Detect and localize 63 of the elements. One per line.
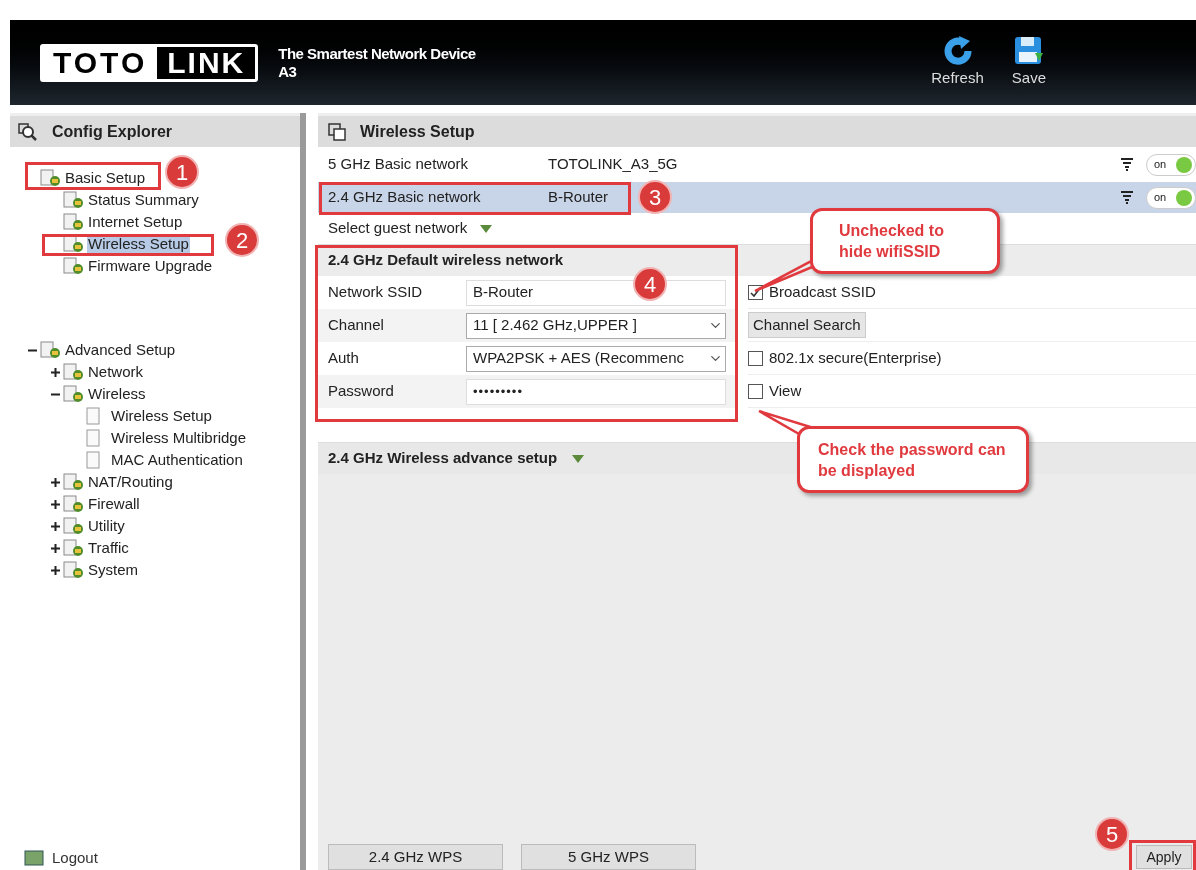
- callout: Unchecked to hide wifiSSID: [810, 208, 1000, 274]
- tree-item[interactable]: System: [87, 561, 139, 579]
- step-number: 1: [165, 155, 199, 189]
- tree-item[interactable]: Firmware Upgrade: [87, 257, 214, 275]
- expand-arrow-icon: [479, 223, 494, 234]
- wps-button[interactable]: 2.4 GHz WPS: [328, 844, 503, 870]
- tagline: The Smartest Network Device: [278, 44, 476, 63]
- dropdown[interactable]: 11 [ 2.462 GHz,UPPER ]: [466, 312, 726, 339]
- filter-icon: [1120, 190, 1136, 205]
- expand-icon[interactable]: [50, 521, 60, 531]
- page-icon: [86, 451, 100, 469]
- tree-item[interactable]: Advanced Setup: [64, 341, 177, 359]
- window-icon: [328, 122, 346, 141]
- checkbox-label: View: [769, 380, 802, 401]
- highlight-frame: [1129, 840, 1196, 870]
- tree-item[interactable]: Firewall: [87, 495, 141, 513]
- expand-icon[interactable]: [50, 565, 60, 575]
- field-label: Auth: [328, 348, 360, 369]
- field-label: Password: [328, 381, 395, 402]
- step-number: 2: [225, 223, 259, 257]
- panel-title: Config Explorer: [52, 121, 172, 142]
- apply-button[interactable]: Apply: [1136, 845, 1192, 869]
- field-label: Channel: [328, 315, 385, 336]
- tree-item[interactable]: Network: [87, 363, 144, 381]
- tree-item[interactable]: Basic Setup: [64, 169, 147, 187]
- tree-item[interactable]: Wireless Multibridge: [110, 429, 248, 447]
- page-icon: [86, 429, 100, 447]
- page-icon: [86, 407, 100, 425]
- tree-item[interactable]: Utility: [87, 517, 126, 535]
- checkbox[interactable]: [748, 350, 763, 366]
- tree-item[interactable]: Traffic: [87, 539, 130, 557]
- expand-icon[interactable]: [50, 543, 60, 553]
- checkbox[interactable]: [748, 383, 763, 399]
- password-field[interactable]: •••••••••: [466, 378, 726, 405]
- expand-arrow-icon: [571, 453, 586, 464]
- toggle-switch[interactable]: on: [1146, 186, 1196, 209]
- logo: TOTO LINK: [40, 43, 259, 82]
- tree-item[interactable]: Internet Setup: [87, 213, 184, 231]
- tree-item[interactable]: Wireless Setup: [110, 407, 213, 425]
- search-icon: [18, 122, 38, 141]
- tree-item[interactable]: MAC Authentication: [110, 451, 244, 469]
- expand-icon[interactable]: [50, 477, 60, 487]
- tree-item[interactable]: NAT/Routing: [87, 473, 174, 491]
- refresh-icon: [941, 35, 974, 68]
- wps-button[interactable]: 5 GHz WPS: [521, 844, 696, 870]
- model-name: A3: [278, 62, 298, 81]
- logout-link[interactable]: Logout: [52, 846, 98, 870]
- checkbox-label: Broadcast SSID: [769, 281, 876, 302]
- tree-item[interactable]: Status Summary: [87, 191, 200, 209]
- toolbar-button[interactable]: Save: [1011, 35, 1046, 90]
- toggle-switch[interactable]: on: [1146, 153, 1196, 176]
- toolbar-button[interactable]: Refresh: [931, 35, 984, 90]
- field-label: Network SSID: [328, 282, 424, 303]
- filter-icon: [1120, 157, 1136, 172]
- expand-icon[interactable]: [50, 499, 60, 509]
- guest-network-link[interactable]: Select guest network: [328, 217, 468, 240]
- dropdown[interactable]: WPA2PSK + AES (Recommenc: [466, 345, 726, 372]
- channel-search-button[interactable]: Channel Search: [748, 312, 866, 338]
- expand-icon[interactable]: [50, 367, 60, 377]
- panel-title: Wireless Setup: [360, 121, 475, 142]
- tree-item[interactable]: Wireless: [87, 385, 147, 403]
- checkbox-label: 802.1x secure(Enterprise): [769, 347, 942, 368]
- callout: Check the password can be displayed: [797, 426, 1029, 493]
